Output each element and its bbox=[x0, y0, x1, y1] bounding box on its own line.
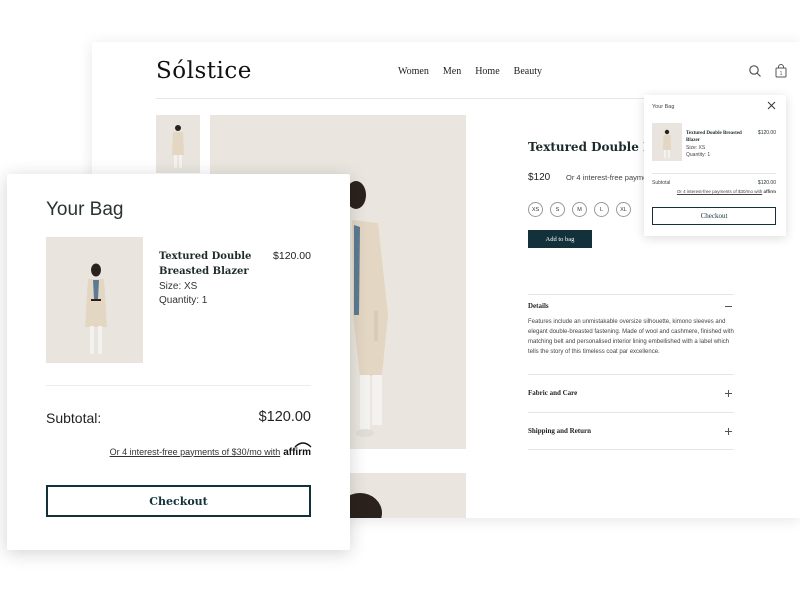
details-divider bbox=[528, 294, 734, 295]
model-photo bbox=[46, 237, 143, 363]
bag-panel: Your Bag Textured Double Breasted Blazer… bbox=[7, 174, 350, 550]
svg-text:1: 1 bbox=[780, 71, 783, 77]
shipping-divider bbox=[528, 412, 734, 413]
size-option-s[interactable]: S bbox=[550, 202, 565, 217]
add-to-bag-button[interactable]: Add to bag bbox=[528, 230, 592, 248]
bag-item-price: $120.00 bbox=[273, 250, 311, 262]
mini-bag-subtotal-value: $120.00 bbox=[757, 180, 776, 186]
mini-bag-item-price: $120.00 bbox=[757, 130, 776, 136]
product-installment-text: Or 4 interest-free payme bbox=[566, 173, 648, 182]
mini-bag-item-quantity: Quantity: 1 bbox=[686, 152, 711, 158]
mini-bag-title: Your Bag bbox=[652, 104, 675, 110]
mini-bag-subtotal-label: Subtotal bbox=[652, 180, 671, 186]
bag-affirm-link[interactable]: Or 4 interest-free payments of $30/mo wi… bbox=[110, 447, 281, 457]
plus-icon[interactable] bbox=[724, 389, 733, 398]
search-icon[interactable] bbox=[748, 64, 762, 78]
mini-bag-item-image bbox=[652, 123, 682, 161]
mini-bag-checkout-button[interactable]: Checkout bbox=[652, 207, 776, 225]
product-thumbnail[interactable] bbox=[156, 115, 200, 173]
nav-men[interactable]: Men bbox=[443, 66, 461, 77]
bag-subtotal-label: Subtotal: bbox=[46, 410, 102, 426]
close-icon[interactable] bbox=[767, 101, 776, 110]
affirm-logo: affirm bbox=[763, 189, 776, 194]
size-option-m[interactable]: M bbox=[572, 202, 587, 217]
mini-bag-item-name: Textured Double Breasted Blazer bbox=[686, 131, 742, 143]
minus-icon[interactable] bbox=[724, 302, 733, 311]
product-price: $120 bbox=[528, 172, 551, 183]
main-nav: Women Men Home Beauty bbox=[398, 66, 542, 77]
affirm-logo: affirm bbox=[283, 442, 312, 458]
mini-bag-affirm-link[interactable]: Or 4 interest-free payments of $30/mo wi… bbox=[677, 189, 762, 194]
bag-divider bbox=[46, 385, 311, 386]
details-text: Features include an unmistakable oversiz… bbox=[528, 319, 734, 355]
size-option-xs[interactable]: XS bbox=[528, 202, 543, 217]
mini-bag-affirm-text: Or 4 interest-free payments of $30/mo wi… bbox=[677, 189, 776, 194]
bag-title: Your Bag bbox=[46, 199, 124, 220]
details-accordion-title[interactable]: Details bbox=[528, 302, 549, 310]
model-thumbnail-image bbox=[156, 115, 200, 173]
bag-affirm-text: Or 4 interest-free payments of $30/mo wi… bbox=[110, 442, 312, 458]
size-option-xl[interactable]: XL bbox=[616, 202, 631, 217]
model-thumbnail-image bbox=[652, 123, 682, 161]
nav-beauty[interactable]: Beauty bbox=[514, 66, 542, 77]
size-selector: XS S M L XL bbox=[528, 202, 631, 217]
fabric-accordion-title[interactable]: Fabric and Care bbox=[528, 389, 577, 397]
store-logo[interactable]: Sólstice bbox=[156, 58, 252, 84]
bag-icon[interactable]: 1 bbox=[774, 64, 788, 78]
nav-home[interactable]: Home bbox=[475, 66, 499, 77]
mini-bag-divider bbox=[652, 173, 776, 174]
mini-bag-popup: Your Bag Textured Double Breasted Blazer… bbox=[644, 95, 786, 236]
affirm-arc-icon bbox=[294, 442, 312, 448]
size-option-l[interactable]: L bbox=[594, 202, 609, 217]
bag-subtotal-value: $120.00 bbox=[258, 409, 311, 425]
shipping-accordion-title[interactable]: Shipping and Return bbox=[528, 427, 591, 435]
fabric-divider bbox=[528, 374, 734, 375]
plus-icon[interactable] bbox=[724, 427, 733, 436]
mini-bag-item-size: Size: XS bbox=[686, 145, 706, 151]
checkout-button[interactable]: Checkout bbox=[46, 485, 311, 517]
affirm-logo-text: affirm bbox=[283, 447, 311, 458]
bag-item-name: Textured Double Breasted Blazer bbox=[159, 251, 252, 277]
bag-item-image bbox=[46, 237, 143, 363]
accordion-bottom-divider bbox=[528, 449, 734, 450]
bag-item-quantity: Quantity: 1 bbox=[159, 295, 208, 306]
bag-item-size: Size: XS bbox=[159, 281, 198, 292]
nav-women[interactable]: Women bbox=[398, 66, 429, 77]
